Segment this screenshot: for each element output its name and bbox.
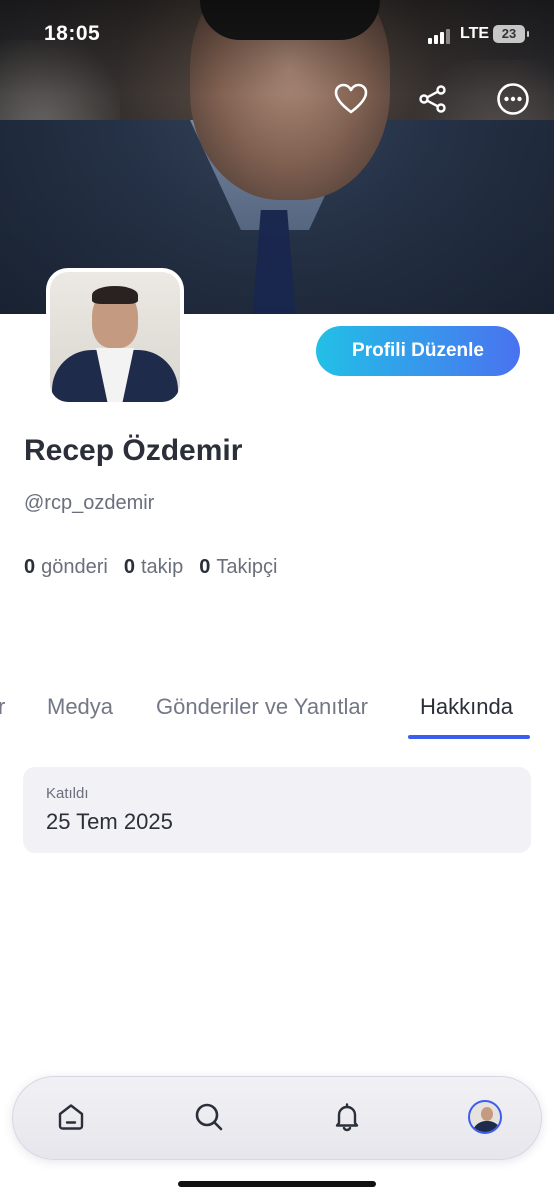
followers-label: Takipçi <box>216 556 278 578</box>
posts-count: 0 <box>24 556 36 578</box>
following-label: takip <box>140 556 184 578</box>
bell-icon[interactable] <box>325 1095 369 1139</box>
tab-media[interactable]: Medya <box>47 694 113 720</box>
joined-date: 25 Tem 2025 <box>46 809 173 834</box>
search-icon[interactable] <box>187 1095 231 1139</box>
stat-posts[interactable]: 0 gönderi <box>24 556 108 579</box>
about-joined-card: Katıldı 25 Tem 2025 <box>23 767 531 853</box>
battery-icon: 23 <box>493 25 529 43</box>
status-bar: 18:05 LTE 23 <box>0 0 554 70</box>
edit-profile-button[interactable]: Profili Düzenle <box>316 326 520 376</box>
following-count: 0 <box>123 556 135 578</box>
home-indicator <box>178 1181 376 1187</box>
profile-avatar[interactable] <box>46 268 184 406</box>
posts-label: gönderi <box>41 556 108 578</box>
tab-about[interactable]: Hakkında <box>420 694 513 720</box>
tab-posts-and-replies[interactable]: Gönderiler ve Yanıtlar <box>156 694 368 720</box>
profile-stats: 0 gönderi 0 takip 0 Takipçi <box>24 556 277 579</box>
profile-nav-avatar[interactable] <box>463 1095 507 1139</box>
tab-partial[interactable]: r <box>0 694 5 720</box>
heart-icon[interactable] <box>332 80 370 118</box>
home-icon[interactable] <box>49 1095 93 1139</box>
more-icon[interactable] <box>494 80 532 118</box>
bottom-nav-bar <box>12 1076 542 1160</box>
joined-label: Katıldı <box>46 785 89 802</box>
status-time: 18:05 <box>44 22 101 45</box>
stat-following[interactable]: 0 takip <box>124 556 183 579</box>
network-label: LTE <box>460 25 490 42</box>
profile-handle: @rcp_ozdemir <box>24 492 155 514</box>
stat-followers[interactable]: 0 Takipçi <box>199 556 277 579</box>
profile-tabs: r Medya Gönderiler ve Yanıtlar Hakkında <box>0 690 554 740</box>
active-tab-indicator <box>408 735 530 739</box>
share-icon[interactable] <box>414 80 452 118</box>
followers-count: 0 <box>199 556 211 578</box>
profile-name: Recep Özdemir <box>24 434 243 467</box>
signal-icon <box>428 28 454 44</box>
